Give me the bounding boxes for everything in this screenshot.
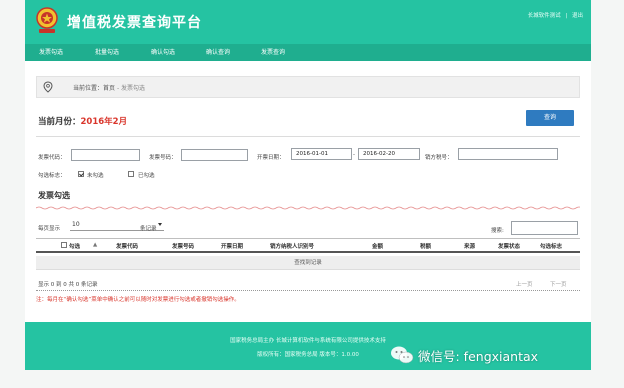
- wechat-id-text: 微信号: fengxiantax: [418, 348, 539, 364]
- date-separator: -: [353, 152, 355, 158]
- nav-item-batch-check[interactable]: 批量勾选: [95, 44, 119, 61]
- col-check-flag[interactable]: 勾选标志: [540, 242, 562, 250]
- wave-divider: [36, 206, 580, 210]
- col-invoice-date[interactable]: 开票日期: [221, 242, 243, 250]
- tax-emblem-logo: [36, 7, 58, 33]
- col-amount[interactable]: 金额: [372, 242, 383, 250]
- checked-checkbox[interactable]: [128, 171, 134, 177]
- invoice-number-label: 发票号码：: [149, 155, 177, 161]
- per-page-value: 10: [72, 221, 80, 228]
- col-check[interactable]: 勾选: [69, 242, 80, 250]
- invoice-code-input[interactable]: [71, 149, 140, 161]
- table-header: 勾选 ▲ 发票代码 发票号码 开票日期 销方纳税人识别号 金额 税额 来源 发票…: [36, 238, 580, 253]
- nav-item-invoice-check[interactable]: 发票勾选: [39, 44, 63, 61]
- pager: 显示 0 到 0 共 0 条记录 上一页 下一页: [36, 279, 580, 291]
- user-menu: 长城软件测试 | 退出: [525, 11, 583, 19]
- records-label: 条记录: [140, 226, 157, 232]
- breadcrumb: 当前位置：首页 - 发票勾选: [36, 76, 580, 98]
- location-pin-icon: [43, 81, 53, 93]
- seller-tax-id-label: 销方税号：: [425, 155, 453, 161]
- col-invoice-number[interactable]: 发票号码: [172, 242, 194, 250]
- app-frame: 增值税发票查询平台 长城软件测试 | 退出 发票勾选 批量勾选 确认勾选 确认查…: [25, 0, 591, 370]
- col-source[interactable]: 来源: [464, 242, 475, 250]
- nav-item-invoice-query[interactable]: 发票查询: [261, 44, 285, 61]
- breadcrumb-current: - 发票勾选: [115, 85, 146, 92]
- wechat-icon: [391, 346, 414, 364]
- seller-tax-id-input[interactable]: [458, 148, 558, 160]
- check-flag-label: 勾选标志：: [38, 173, 66, 179]
- app-header: 增值税发票查询平台 长城软件测试 | 退出: [25, 0, 591, 44]
- page-background: 增值税发票查询平台 长城软件测试 | 退出 发票勾选 批量勾选 确认勾选 确认查…: [0, 0, 624, 388]
- chevron-down-icon: [158, 223, 162, 226]
- unchecked-label: 未勾选: [87, 173, 104, 179]
- invoice-date-label: 开票日期：: [257, 155, 285, 161]
- logout-link[interactable]: 退出: [572, 13, 583, 19]
- month-value: 2016年2月: [80, 117, 128, 127]
- col-tax[interactable]: 税额: [420, 242, 431, 250]
- notice-text: 注：每月在“确认勾选”菜单中确认之前可以随时对发票进行勾选或者撤销勾选操作。: [36, 297, 240, 303]
- month-label: 当前月份：: [38, 117, 81, 127]
- divider: [36, 136, 580, 137]
- separator: |: [565, 13, 568, 19]
- breadcrumb-prefix: 当前位置：: [73, 85, 104, 92]
- pager-info: 显示 0 到 0 共 0 条记录: [38, 282, 98, 288]
- invoice-code-label: 发票代码：: [38, 155, 66, 161]
- section-title: 发票勾选: [38, 191, 70, 200]
- col-invoice-code[interactable]: 发票代码: [116, 242, 138, 250]
- nav-item-confirm-check[interactable]: 确认勾选: [151, 44, 175, 61]
- main-nav: 发票勾选 批量勾选 确认勾选 确认查询 发票查询: [25, 44, 591, 61]
- nav-item-confirm-query[interactable]: 确认查询: [206, 44, 230, 61]
- wechat-watermark: 微信号: fengxiantax: [390, 340, 538, 370]
- unchecked-checkbox[interactable]: [78, 171, 84, 177]
- table-empty-row: 查找到记录: [36, 256, 580, 270]
- sort-icon: ▲: [93, 242, 98, 248]
- search-label: 搜索:: [491, 228, 504, 234]
- current-user: 长城软件测试: [527, 13, 561, 19]
- col-seller-tax-id[interactable]: 销方纳税人识别号: [270, 242, 314, 250]
- checked-label: 已勾选: [138, 173, 155, 179]
- next-page-button[interactable]: 下一页: [550, 280, 567, 288]
- invoice-number-input[interactable]: [181, 149, 248, 161]
- prev-page-button[interactable]: 上一页: [516, 280, 533, 288]
- app-title: 增值税发票查询平台: [67, 15, 202, 31]
- date-to-input[interactable]: 2016-02-20: [358, 148, 420, 160]
- breadcrumb-home[interactable]: 首页: [103, 85, 115, 92]
- col-invoice-status[interactable]: 发票状态: [498, 242, 520, 250]
- search-input[interactable]: [511, 221, 578, 235]
- date-from-input[interactable]: 2016-01-01: [291, 148, 352, 160]
- per-page-label: 每页显示: [38, 226, 61, 232]
- select-all-checkbox[interactable]: [61, 242, 67, 248]
- breadcrumb-text: 当前位置：首页 - 发票勾选: [73, 83, 145, 92]
- query-button[interactable]: 查询: [526, 110, 574, 126]
- current-month: 当前月份：2016年2月: [38, 115, 127, 127]
